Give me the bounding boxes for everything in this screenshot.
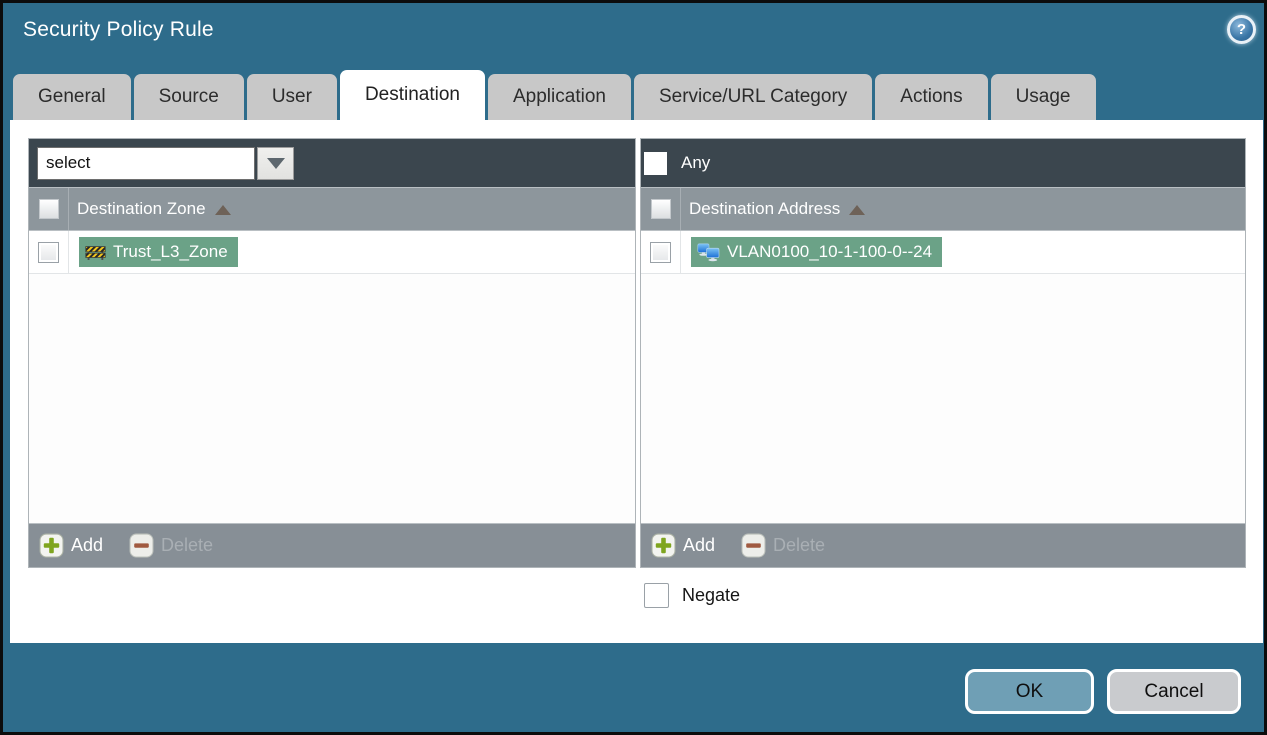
help-glyph: ?: [1236, 21, 1247, 38]
address-row-checkbox[interactable]: [650, 241, 671, 263]
help-icon[interactable]: ?: [1227, 15, 1256, 44]
destination-address-panel: Any Destination Address VLAN0100_10-1-10…: [640, 138, 1246, 568]
tab-destination[interactable]: Destination: [339, 70, 485, 120]
address-column-header-row: Destination Address: [641, 187, 1245, 231]
address-add-label: Add: [683, 535, 716, 555]
zone-select-all-cell: [29, 188, 69, 230]
zone-row-checkbox[interactable]: [38, 241, 59, 263]
zone-add-button[interactable]: Add: [39, 533, 103, 558]
table-row: Trust_L3_Zone: [29, 231, 635, 274]
tab-actions[interactable]: Actions: [875, 74, 988, 120]
address-delete-button[interactable]: Delete: [741, 533, 825, 558]
address-item-label: VLAN0100_10-1-100-0--24: [727, 242, 933, 261]
address-panel-footer: Add Delete: [641, 523, 1245, 567]
zone-delete-label: Delete: [161, 535, 214, 555]
destination-zone-panel: select Destination Zone Trust_L3_Zone Ad…: [28, 138, 636, 568]
address-delete-label: Delete: [773, 535, 826, 555]
address-select-all-cell: [641, 188, 681, 230]
any-checkbox[interactable]: [644, 151, 667, 175]
address-item-chip[interactable]: VLAN0100_10-1-100-0--24: [691, 237, 943, 267]
negate-checkbox[interactable]: [644, 583, 669, 608]
tab-general[interactable]: General: [13, 74, 131, 120]
zone-add-label: Add: [71, 535, 104, 555]
address-column-header[interactable]: Destination Address: [689, 199, 866, 219]
security-policy-rule-dialog: Security Policy Rule ? General Source Us…: [0, 0, 1267, 735]
sort-ascending-icon: [214, 205, 231, 215]
address-rows-area: VLAN0100_10-1-100-0--24: [641, 231, 1245, 523]
any-label: Any: [681, 153, 711, 172]
zone-column-header-label: Destination Zone: [77, 199, 206, 218]
zone-column-header-row: Destination Zone: [29, 187, 635, 231]
zone-rows-area: Trust_L3_Zone: [29, 231, 635, 523]
zone-item-chip[interactable]: Trust_L3_Zone: [79, 237, 238, 267]
zone-panel-footer: Add Delete: [29, 523, 635, 567]
address-add-button[interactable]: Add: [651, 533, 715, 558]
dialog-title: Security Policy Rule: [23, 18, 214, 41]
tab-service-url-category[interactable]: Service/URL Category: [633, 74, 873, 120]
tab-bar: General Source User Destination Applicat…: [13, 70, 1096, 120]
cancel-button[interactable]: Cancel: [1107, 669, 1241, 714]
address-column-header-label: Destination Address: [689, 199, 841, 218]
zone-item-label: Trust_L3_Zone: [113, 242, 228, 261]
address-row-checkbox-cell: [641, 231, 681, 273]
zone-select-all-checkbox[interactable]: [38, 199, 59, 219]
address-network-icon: [697, 243, 720, 261]
chevron-down-icon: [266, 157, 285, 169]
table-row: VLAN0100_10-1-100-0--24: [641, 231, 1245, 274]
address-panel-header: Any: [641, 139, 1245, 187]
address-select-all-checkbox[interactable]: [650, 199, 671, 219]
sort-ascending-icon: [849, 205, 866, 215]
zone-filter-dropdown-button[interactable]: [257, 146, 294, 180]
minus-icon: [129, 533, 154, 558]
ok-button[interactable]: OK: [965, 669, 1094, 714]
zone-barricade-icon: [85, 245, 106, 260]
zone-column-header[interactable]: Destination Zone: [77, 199, 231, 219]
plus-icon: [651, 533, 676, 558]
zone-delete-button[interactable]: Delete: [129, 533, 213, 558]
tab-usage[interactable]: Usage: [990, 74, 1096, 120]
zone-row-checkbox-cell: [29, 231, 69, 273]
tab-application[interactable]: Application: [488, 74, 631, 120]
destination-tab-content: select Destination Zone Trust_L3_Zone Ad…: [10, 120, 1263, 643]
plus-icon: [39, 533, 64, 558]
negate-label: Negate: [682, 585, 741, 605]
zone-panel-header: select: [29, 139, 635, 187]
zone-filter-select[interactable]: select: [37, 146, 255, 180]
tab-user[interactable]: User: [246, 74, 337, 120]
tab-source[interactable]: Source: [133, 74, 244, 120]
minus-icon: [741, 533, 766, 558]
negate-option: Negate: [644, 583, 740, 608]
